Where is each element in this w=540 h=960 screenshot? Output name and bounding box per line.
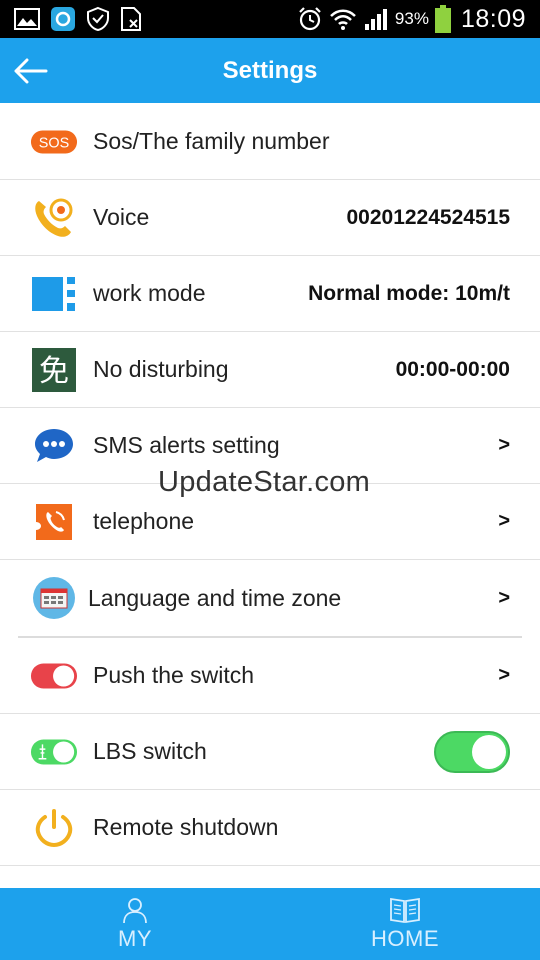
row-label: Language and time zone — [88, 584, 342, 611]
alarm-icon — [297, 6, 323, 32]
chevron-right-icon: > — [498, 586, 510, 609]
row-label: Push the switch — [93, 662, 255, 688]
row-remote-shutdown[interactable]: Remote shutdown — [0, 790, 540, 866]
lbs-icon — [30, 728, 78, 776]
app-header: Settings — [0, 38, 540, 103]
row-label: Voice — [93, 204, 150, 230]
row-label: LBS switch — [93, 738, 207, 764]
voice-phone-icon — [30, 194, 78, 242]
book-icon — [390, 897, 420, 924]
person-icon — [123, 898, 147, 924]
app-notification-icon — [50, 6, 76, 32]
power-icon — [30, 804, 78, 852]
row-label: No disturbing — [93, 356, 229, 382]
signal-icon — [363, 7, 389, 31]
chevron-right-icon: > — [498, 434, 510, 456]
status-bar-left — [14, 6, 142, 32]
battery-percent: 93% — [394, 9, 429, 28]
work-mode-icon — [30, 270, 78, 318]
row-label: work mode — [93, 280, 206, 306]
chevron-right-icon: > — [498, 664, 510, 686]
row-telephone[interactable]: telephone > — [0, 484, 540, 560]
row-push-switch[interactable]: Push the switch > — [0, 638, 540, 714]
no-disturb-icon: 免 — [30, 346, 78, 394]
gallery-icon — [14, 8, 40, 30]
no-disturb-value: 00:00-00:00 — [395, 357, 510, 381]
no-disturb-glyph: 免 — [39, 354, 69, 389]
settings-list: SOS Sos/The family number Voice 00201224… — [0, 104, 540, 866]
toggle-knob — [472, 734, 506, 769]
wifi-icon — [329, 7, 357, 31]
row-label: telephone — [93, 508, 195, 534]
page-title: Settings — [222, 56, 318, 84]
row-lbs-switch[interactable]: LBS switch — [0, 714, 540, 790]
lbs-toggle[interactable] — [434, 730, 510, 773]
nav-item-my[interactable]: MY — [0, 888, 270, 960]
push-switch-icon — [30, 652, 78, 700]
sos-badge-text: SOS — [39, 135, 69, 151]
sms-icon — [30, 422, 78, 470]
row-no-disturbing[interactable]: 免 No disturbing 00:00-00:00 — [0, 332, 540, 408]
row-label: Remote shutdown — [93, 814, 279, 840]
row-label: SMS alerts setting — [93, 432, 280, 458]
nav-label-home: HOME — [371, 926, 439, 951]
no-sim-icon — [120, 6, 142, 32]
clock: 18:09 — [460, 4, 526, 33]
row-language-time-zone[interactable]: Language and time zone > — [0, 560, 540, 636]
row-work-mode[interactable]: work mode Normal mode: 10m/t — [0, 256, 540, 332]
voice-number-value: 00201224524515 — [346, 205, 510, 229]
shield-icon — [86, 6, 110, 32]
row-sms-alerts[interactable]: SMS alerts setting > — [0, 408, 540, 484]
chevron-right-icon: > — [498, 510, 510, 532]
row-label: Sos/The family number — [93, 128, 330, 154]
nav-label-my: MY — [118, 926, 152, 951]
status-bar-right: 93% 18:09 — [297, 5, 526, 34]
row-sos-family-number[interactable]: SOS Sos/The family number — [0, 104, 540, 180]
sos-icon: SOS — [30, 118, 78, 166]
telephone-icon — [30, 498, 78, 546]
back-arrow-icon — [14, 58, 48, 84]
language-icon — [30, 574, 78, 622]
work-mode-value: Normal mode: 10m/t — [308, 281, 510, 305]
row-voice[interactable]: Voice 00201224524515 — [0, 180, 540, 256]
back-button[interactable] — [12, 52, 50, 90]
status-bar: 93% 18:09 — [0, 0, 540, 38]
battery-icon — [434, 5, 451, 33]
bottom-nav: MY HOME — [0, 888, 540, 960]
nav-item-home[interactable]: HOME — [270, 888, 540, 960]
